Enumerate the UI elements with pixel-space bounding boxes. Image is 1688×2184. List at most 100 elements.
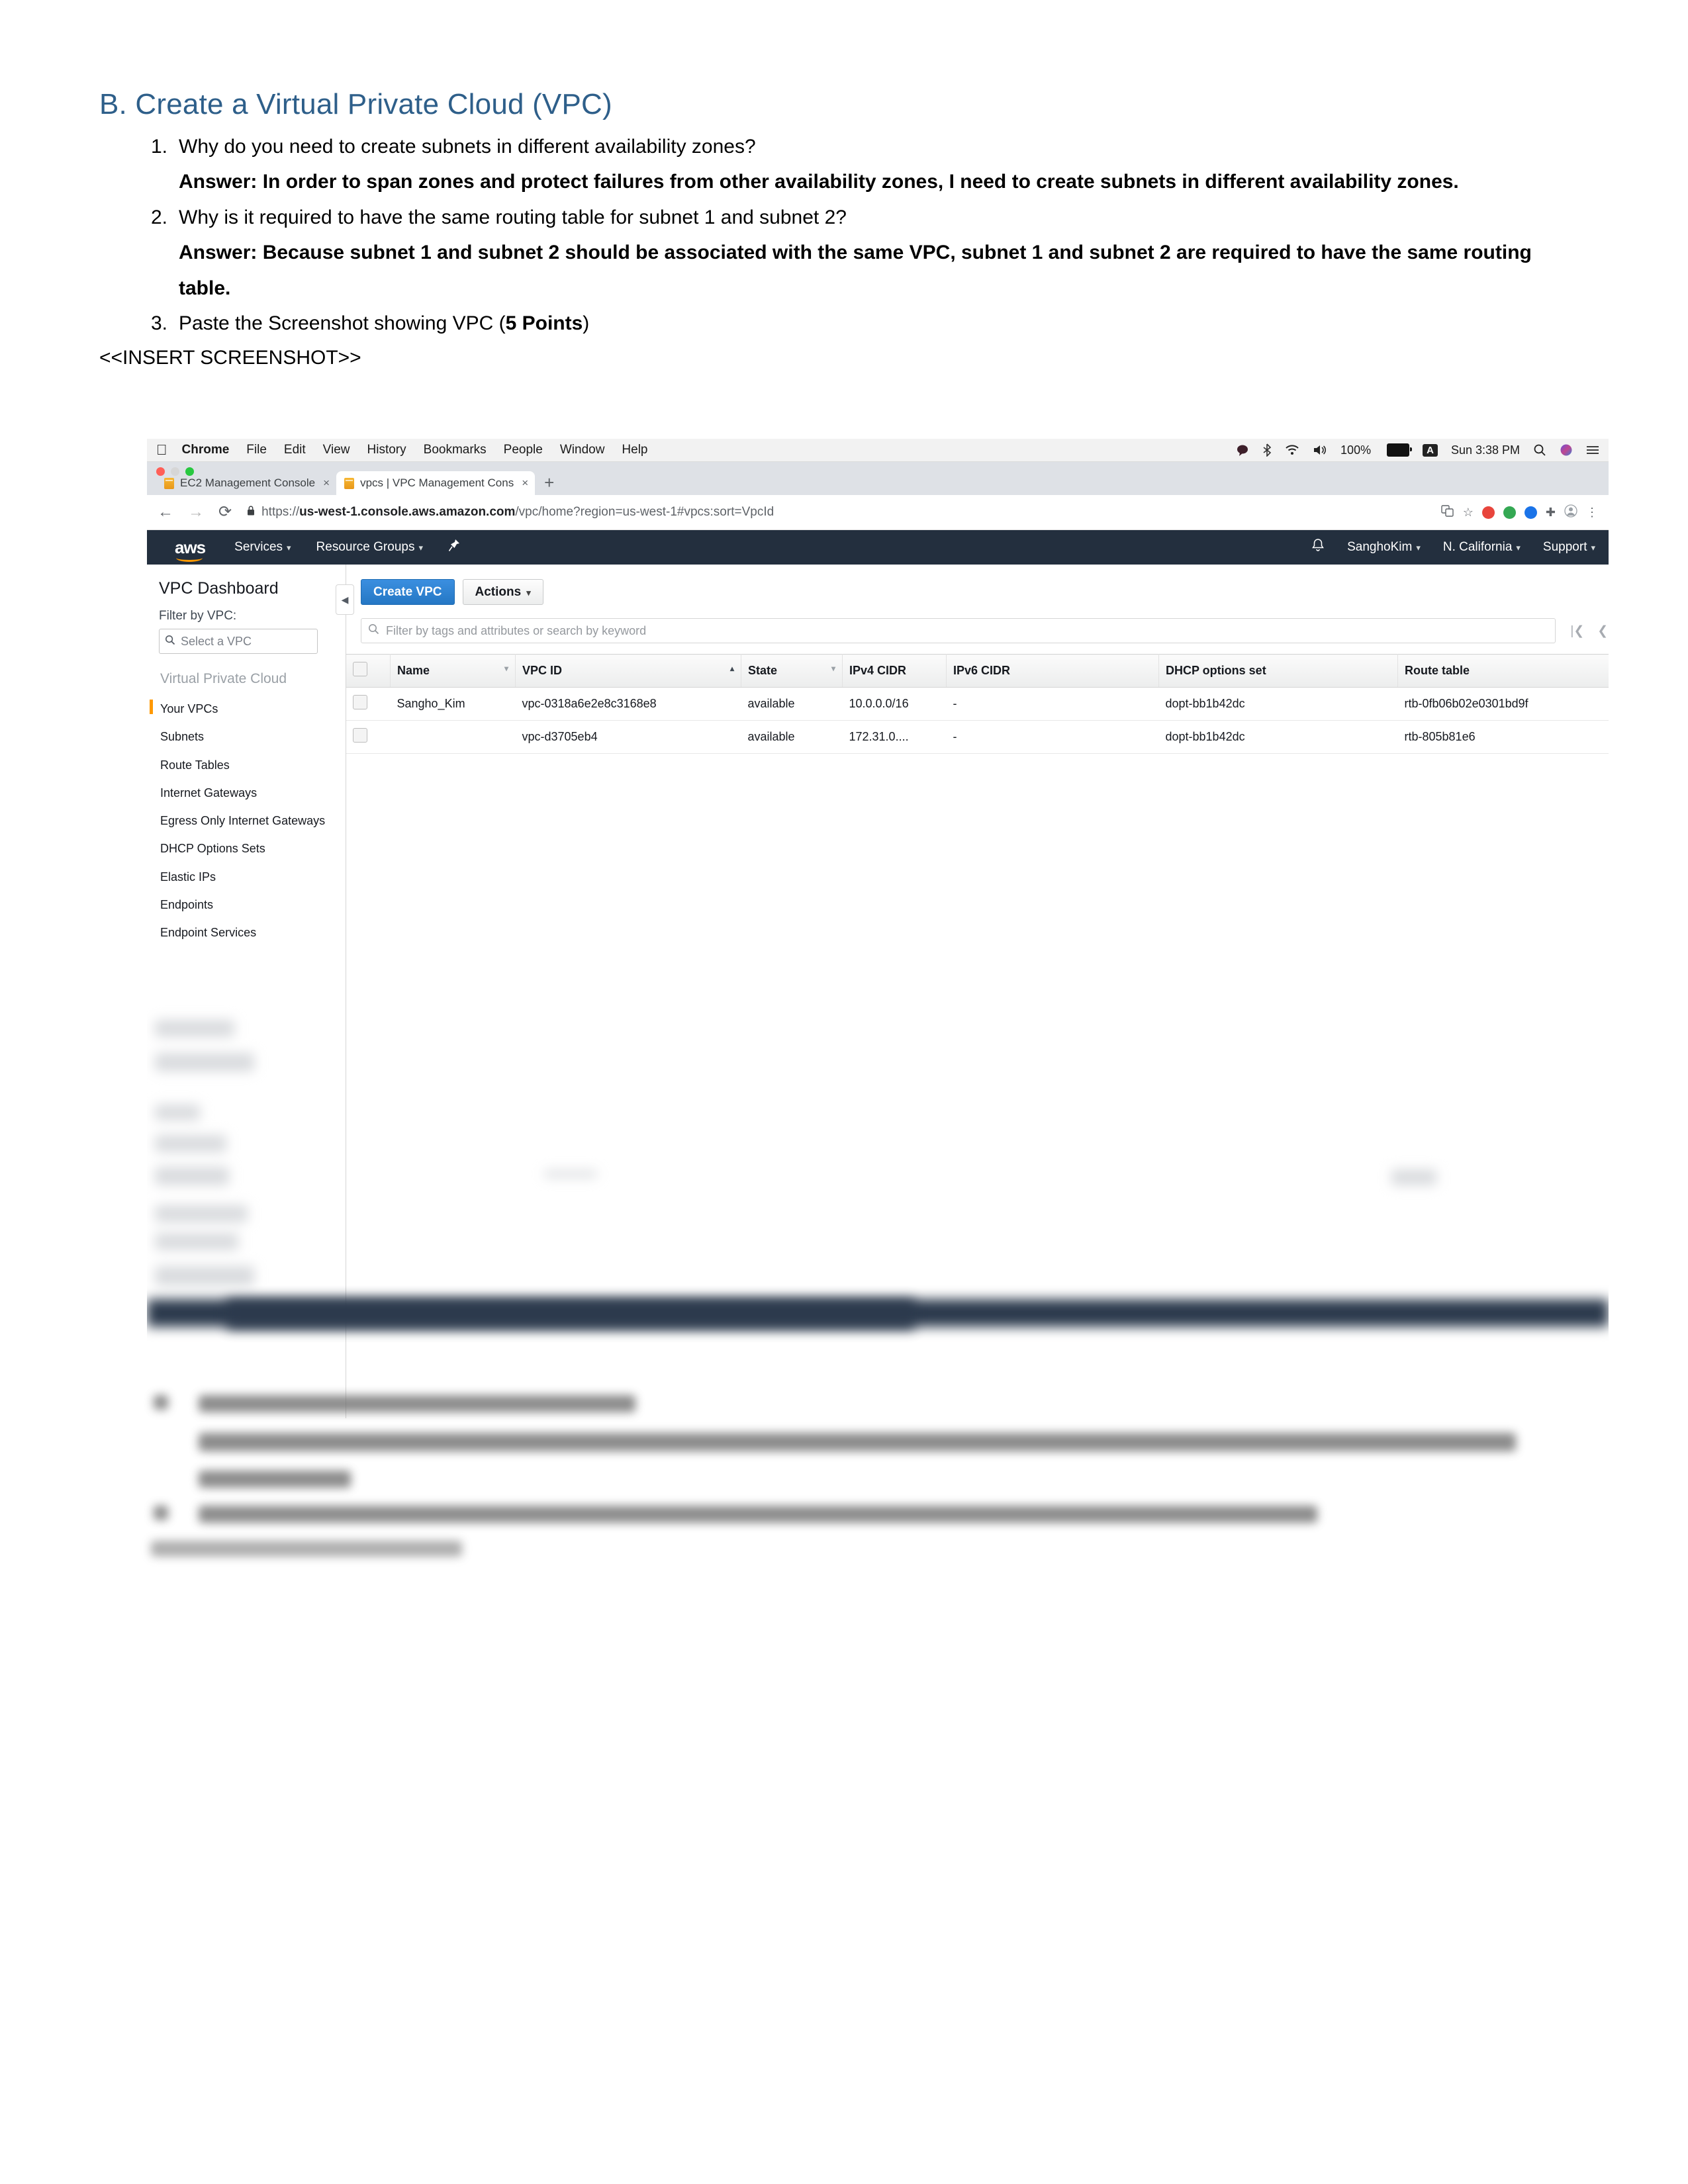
cell-route-table[interactable]: rtb-0fb06b02e0301bd9f <box>1397 687 1609 721</box>
table-row[interactable]: Sangho_Kim vpc-0318a6e2e8c3168e8 availab… <box>346 687 1609 721</box>
forward-icon[interactable]: → <box>188 504 204 520</box>
aws-logo[interactable]: aws <box>175 539 206 562</box>
menu-item-history[interactable]: History <box>367 443 406 457</box>
menu-item-file[interactable]: File <box>246 443 267 457</box>
search-icon <box>368 623 379 638</box>
sidebar-item-subnets[interactable]: Subnets <box>159 723 346 751</box>
extension-icon-blue[interactable] <box>1524 506 1537 519</box>
select-a-vpc-input[interactable]: Select a VPC <box>159 629 318 654</box>
nav-services-label: Services <box>234 540 283 554</box>
header-label: Route table <box>1405 664 1470 677</box>
battery-icon[interactable] <box>1384 443 1413 457</box>
sidebar-item-endpoint-services[interactable]: Endpoint Services <box>159 919 346 946</box>
nav-services[interactable]: Services ▾ <box>234 540 291 555</box>
window-traffic-lights[interactable] <box>156 467 194 476</box>
menu-item-edit[interactable]: Edit <box>284 443 306 457</box>
sidebar-item-label: DHCP Options Sets <box>160 842 265 856</box>
sidebar-item-route-tables[interactable]: Route Tables <box>159 751 346 779</box>
cell-ipv6-cidr: - <box>946 720 1159 754</box>
header-route-table[interactable]: Route table <box>1397 654 1609 688</box>
cell-dhcp-options-set[interactable]: dopt-bb1b42dc <box>1158 687 1398 721</box>
spotlight-search-icon[interactable] <box>1533 443 1546 457</box>
sidebar-item-endpoints[interactable]: Endpoints <box>159 891 346 919</box>
extension-puzzle-icon[interactable]: ✚ <box>1546 506 1556 520</box>
sidebar-item-label: Endpoint Services <box>160 926 257 940</box>
sidebar-item-label: Route Tables <box>160 758 230 772</box>
tab-vpc-management-console[interactable]: vpcs | VPC Management Cons × <box>336 471 536 495</box>
cell-route-table[interactable]: rtb-805b81e6 <box>1397 720 1609 754</box>
row-checkbox-cell[interactable] <box>346 687 391 721</box>
cell-name <box>390 720 516 754</box>
translate-icon[interactable] <box>1441 504 1454 520</box>
table-row[interactable]: vpc-d3705eb4 available 172.31.0.... - do… <box>346 720 1609 754</box>
maximize-window-button[interactable] <box>185 467 194 476</box>
header-select-all[interactable] <box>346 654 391 688</box>
keyboard-input-source-icon[interactable]: A <box>1423 443 1438 457</box>
nav-account-menu[interactable]: SanghoKim ▾ <box>1347 540 1421 555</box>
checkbox[interactable] <box>353 662 367 676</box>
menu-item-chrome[interactable]: Chrome <box>182 443 230 457</box>
siri-icon[interactable] <box>1560 443 1573 457</box>
close-icon[interactable]: × <box>522 477 528 490</box>
vpc-table: Name ▾ VPC ID ▴ State ▾ IPv4 CIDR IPv6 CIDR… <box>346 654 1609 754</box>
aws-favicon-icon <box>344 477 355 489</box>
menu-item-window[interactable]: Window <box>560 443 605 457</box>
browser-menu-icon[interactable]: ⋮ <box>1586 506 1598 520</box>
cell-ipv4-cidr: 10.0.0.0/16 <box>842 687 947 721</box>
clock-label[interactable]: Sun 3:38 PM <box>1451 443 1520 457</box>
create-vpc-button[interactable]: Create VPC <box>361 579 455 605</box>
menu-item-view[interactable]: View <box>323 443 350 457</box>
checkbox[interactable] <box>353 695 367 709</box>
row-checkbox-cell[interactable] <box>346 720 391 754</box>
nav-resource-groups[interactable]: Resource Groups ▾ <box>316 540 423 555</box>
sidebar-item-your-vpcs[interactable]: Your VPCs <box>150 695 346 723</box>
checkbox[interactable] <box>353 728 367 743</box>
avatar[interactable] <box>1564 504 1577 521</box>
question-item-3: Paste the Screenshot showing VPC (5 Poin… <box>129 306 1589 341</box>
reload-icon[interactable]: ⟳ <box>218 504 232 520</box>
close-icon[interactable]: × <box>323 477 330 490</box>
search-input[interactable]: Filter by tags and attributes or search … <box>361 618 1556 643</box>
header-name[interactable]: Name ▾ <box>390 654 516 688</box>
extension-icon-green[interactable] <box>1503 506 1516 519</box>
notifications-bell-icon[interactable] <box>1311 538 1325 557</box>
header-ipv4-cidr[interactable]: IPv4 CIDR <box>842 654 947 688</box>
volume-icon[interactable] <box>1313 444 1327 456</box>
chevron-down-icon: ▾ <box>1591 543 1595 553</box>
header-vpc-id[interactable]: VPC ID ▴ <box>515 654 741 688</box>
table-header-row: Name ▾ VPC ID ▴ State ▾ IPv4 CIDR IPv6 CIDR… <box>346 654 1609 688</box>
menu-item-people[interactable]: People <box>504 443 543 457</box>
cell-dhcp-options-set[interactable]: dopt-bb1b42dc <box>1158 720 1398 754</box>
header-ipv6-cidr[interactable]: IPv6 CIDR <box>946 654 1159 688</box>
prev-page-button[interactable]: ❮ <box>1597 623 1608 639</box>
address-bar[interactable]: https://us-west-1.console.aws.amazon.com… <box>246 501 1432 523</box>
tab-label: EC2 Management Console <box>180 477 316 489</box>
sidebar-item-dhcp-options-sets[interactable]: DHCP Options Sets <box>159 835 346 862</box>
bluetooth-icon[interactable] <box>1262 443 1272 457</box>
control-center-icon[interactable] <box>1586 445 1599 455</box>
bookmark-star-icon[interactable]: ☆ <box>1463 506 1474 520</box>
sidebar-item-label: Your VPCs <box>160 702 218 715</box>
sidebar-item-elastic-ips[interactable]: Elastic IPs <box>159 863 346 891</box>
vpc-console-body: VPC Dashboard Filter by VPC: Select a VP… <box>147 565 1609 1418</box>
header-state[interactable]: State ▾ <box>741 654 843 688</box>
chat-icon[interactable] <box>1236 443 1249 457</box>
minimize-window-button[interactable] <box>171 467 179 476</box>
menu-item-help[interactable]: Help <box>622 443 647 457</box>
first-page-button[interactable]: |❮ <box>1570 623 1584 639</box>
sidebar-item-internet-gateways[interactable]: Internet Gateways <box>159 779 346 807</box>
new-tab-button[interactable]: + <box>544 474 554 491</box>
menu-item-bookmarks[interactable]: Bookmarks <box>424 443 487 457</box>
nav-support-menu[interactable]: Support ▾ <box>1543 540 1595 555</box>
back-icon[interactable]: ← <box>158 504 173 520</box>
actions-button[interactable]: Actions ▾ <box>462 579 543 605</box>
header-dhcp-options-set[interactable]: DHCP options set <box>1158 654 1398 688</box>
pin-icon[interactable] <box>448 539 460 556</box>
status-badge: available <box>741 720 843 754</box>
nav-region-menu[interactable]: N. California ▾ <box>1443 540 1521 555</box>
sidebar-item-egress-only-internet-gateways[interactable]: Egress Only Internet Gateways <box>159 807 346 835</box>
apple-logo-icon[interactable]:  <box>156 443 167 457</box>
extension-icon-red[interactable] <box>1481 506 1495 519</box>
wifi-icon[interactable] <box>1285 444 1299 456</box>
close-window-button[interactable] <box>156 467 165 476</box>
